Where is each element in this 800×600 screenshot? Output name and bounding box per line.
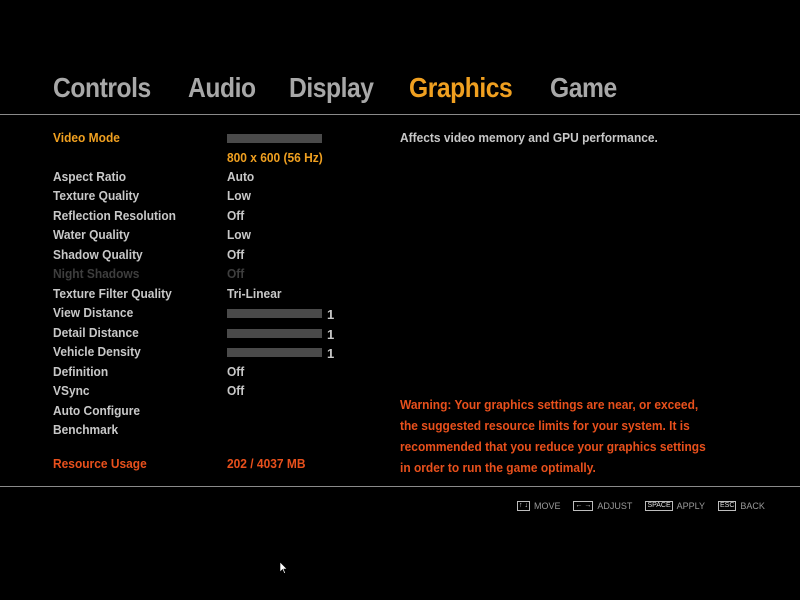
mouse-cursor-icon	[280, 562, 288, 574]
hint-apply[interactable]: APPLY	[677, 501, 705, 511]
tab-audio[interactable]: Audio	[188, 72, 256, 104]
resource-warning: Warning: Your graphics settings are near…	[400, 397, 706, 475]
detail-distance-value: 1	[327, 327, 335, 342]
texture-filter-quality-value[interactable]: Tri-Linear	[227, 286, 282, 302]
texture-quality-label[interactable]: Texture Quality	[53, 188, 139, 204]
vsync-value[interactable]: Off	[227, 383, 244, 399]
vehicle-density-value: 1	[327, 346, 335, 361]
benchmark-button[interactable]: Benchmark	[53, 422, 118, 438]
reflection-resolution-label[interactable]: Reflection Resolution	[53, 208, 176, 224]
hint-move: MOVE	[533, 501, 561, 511]
shadow-quality-label[interactable]: Shadow Quality	[53, 247, 143, 263]
vehicle-density-slider[interactable]	[227, 348, 322, 357]
water-quality-value[interactable]: Low	[227, 227, 251, 243]
esc-key-icon: ESC	[718, 501, 737, 511]
tab-controls[interactable]: Controls	[53, 72, 151, 104]
top-divider	[0, 114, 800, 115]
bottom-divider	[0, 486, 800, 487]
view-distance-slider[interactable]	[227, 309, 322, 318]
resource-usage-label: Resource Usage	[53, 456, 147, 471]
detail-distance-slider[interactable]	[227, 329, 322, 338]
shadow-quality-value[interactable]: Off	[227, 247, 244, 263]
view-distance-value: 1	[327, 307, 335, 322]
video-mode-value[interactable]: 800 x 600 (56 Hz)	[227, 150, 323, 166]
hint-back[interactable]: BACK	[740, 501, 765, 511]
tab-display[interactable]: Display	[289, 72, 374, 104]
updown-arrows-icon: ↑ ↓	[517, 501, 530, 511]
aspect-ratio-label[interactable]: Aspect Ratio	[53, 169, 126, 185]
view-distance-label[interactable]: View Distance	[53, 305, 133, 321]
video-mode-slider[interactable]	[227, 134, 322, 143]
texture-quality-value[interactable]: Low	[227, 188, 251, 204]
detail-distance-label[interactable]: Detail Distance	[53, 325, 139, 341]
vehicle-density-label[interactable]: Vehicle Density	[53, 344, 141, 360]
space-key-icon: SPACE	[645, 501, 673, 511]
reflection-resolution-value[interactable]: Off	[227, 208, 244, 224]
texture-filter-quality-label[interactable]: Texture Filter Quality	[53, 286, 172, 302]
night-shadows-value: Off	[227, 266, 245, 281]
definition-label[interactable]: Definition	[53, 364, 108, 380]
control-hints: ↑ ↓ MOVE ← → ADJUST SPACE APPLY ESC BACK	[517, 501, 778, 511]
video-mode-label[interactable]: Video Mode	[53, 130, 120, 146]
resource-usage-value: 202 / 4037 MB	[227, 456, 306, 471]
night-shadows-label: Night Shadows	[53, 266, 140, 281]
definition-value[interactable]: Off	[227, 364, 244, 380]
aspect-ratio-value[interactable]: Auto	[227, 169, 254, 185]
tab-game[interactable]: Game	[550, 72, 617, 104]
leftright-arrows-icon: ← →	[573, 501, 594, 511]
water-quality-label[interactable]: Water Quality	[53, 227, 130, 243]
hint-adjust: ADJUST	[597, 501, 633, 511]
vsync-label[interactable]: VSync	[53, 383, 90, 399]
tab-bar: Controls Audio Display Graphics Game	[53, 68, 650, 108]
auto-configure-button[interactable]: Auto Configure	[53, 403, 140, 419]
setting-description: Affects video memory and GPU performance…	[400, 130, 658, 145]
tab-graphics[interactable]: Graphics	[409, 72, 513, 104]
